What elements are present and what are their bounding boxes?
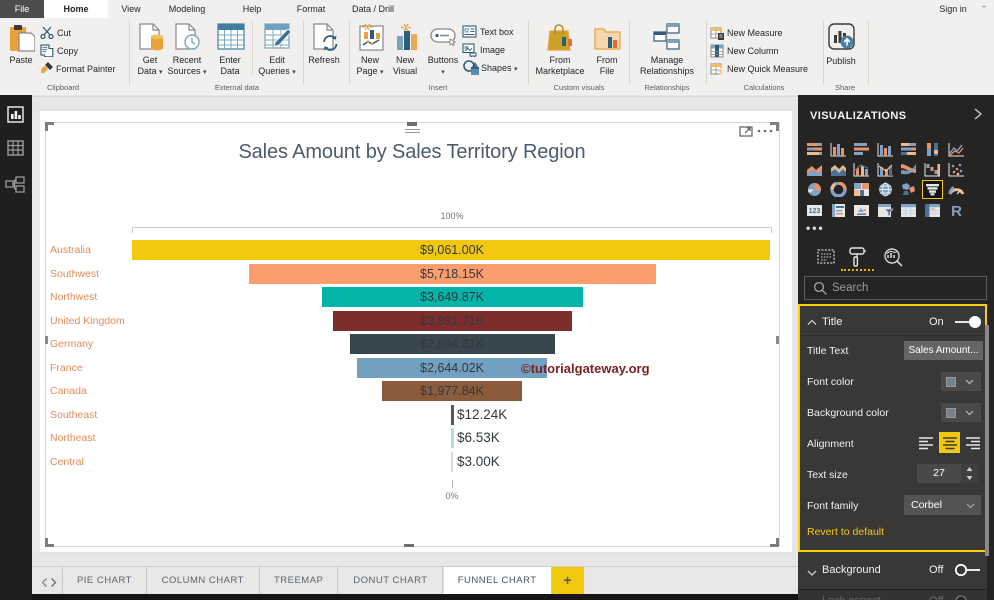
svg-text:123: 123: [809, 208, 821, 215]
svg-text:A: A: [465, 28, 469, 34]
svg-text:R: R: [951, 203, 962, 218]
